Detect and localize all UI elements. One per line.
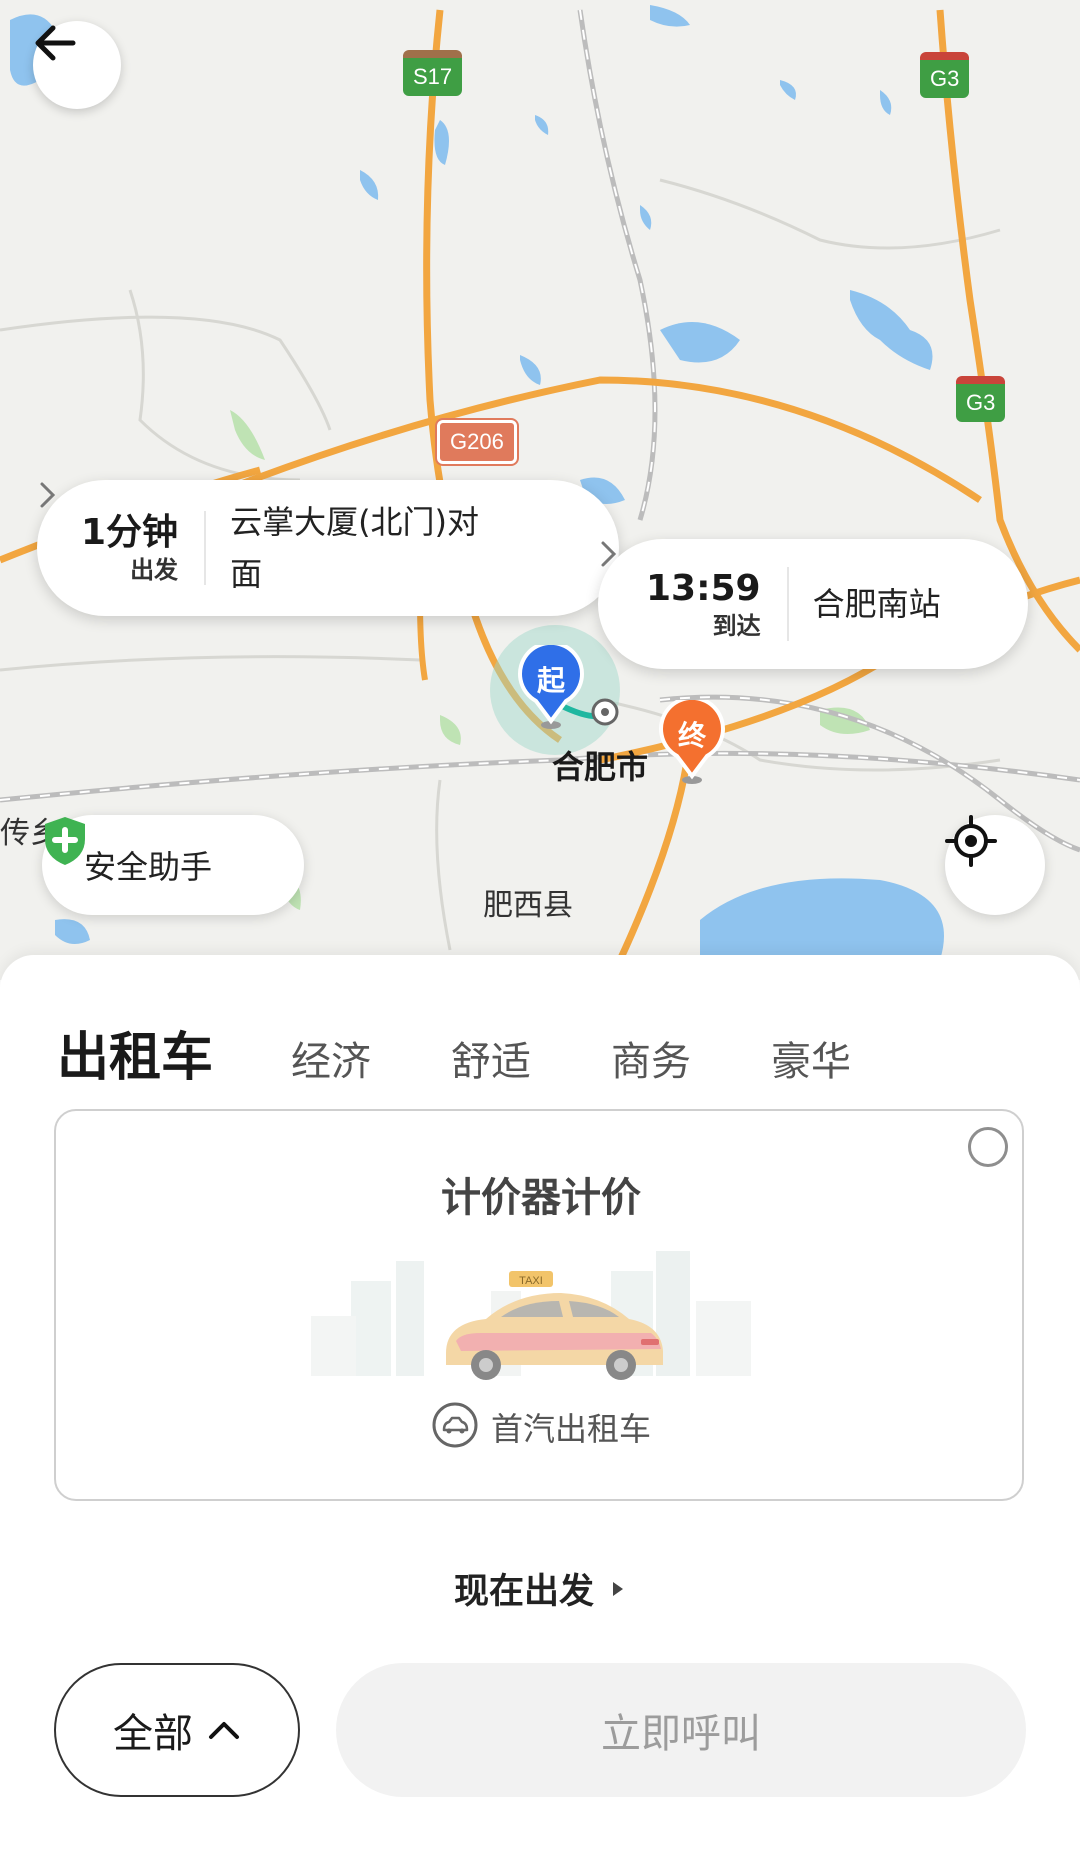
- tab-taxi[interactable]: 出租车: [57, 1015, 213, 1090]
- road-shield-s17: S17: [403, 50, 463, 96]
- destination-time: 13:59: [646, 568, 761, 609]
- pickup-pin: 起: [516, 645, 586, 731]
- destination-place: 合肥南站: [812, 585, 941, 623]
- depart-now-selector[interactable]: 现在出发: [0, 1563, 1080, 1614]
- car-badge-icon: [431, 1401, 479, 1453]
- tab-comfort[interactable]: 舒适: [451, 1029, 531, 1087]
- destination-pin: 终: [657, 700, 727, 786]
- back-button[interactable]: [33, 21, 121, 109]
- depart-now-label: 现在出发: [453, 1572, 594, 1612]
- map-label-city: 合肥市: [552, 748, 649, 786]
- map-view[interactable]: S17 G3 G206 G3 合肥市 肥西县 传乡 1分钟 出发 云掌大厦(北门…: [0, 0, 1080, 980]
- locate-button[interactable]: [945, 815, 1045, 915]
- destination-time-block: 13:59 到达: [646, 567, 789, 641]
- tab-business[interactable]: 商务: [611, 1029, 691, 1087]
- pickup-callout[interactable]: 1分钟 出发 云掌大厦(北门)对面: [37, 480, 619, 616]
- pickup-pin-label: 起: [536, 664, 565, 697]
- pickup-time-sub: 出发: [130, 556, 179, 584]
- taxi-illustration: TAXI: [311, 1241, 781, 1390]
- tab-economy[interactable]: 经济: [291, 1029, 371, 1087]
- fare-select-radio[interactable]: [968, 1127, 1008, 1167]
- safety-helper-label: 安全助手: [84, 848, 213, 886]
- all-filter-button[interactable]: 全部: [54, 1663, 300, 1797]
- map-label-county: 肥西县: [483, 888, 573, 923]
- destination-callout[interactable]: 13:59 到达 合肥南站: [598, 539, 1028, 669]
- tab-luxury[interactable]: 豪华: [771, 1029, 851, 1087]
- chevron-up-icon: [207, 1719, 241, 1741]
- ride-options-sheet: 出租车 经济 舒适 商务 豪华 计价器计价 TAXI 首汽出租车 现在出发 全部…: [0, 955, 1080, 1852]
- road-shield-g3-top: G3: [920, 52, 970, 98]
- destination-pin-label: 终: [677, 719, 706, 752]
- call-now-label: 立即呼叫: [601, 1711, 761, 1757]
- caret-right-icon: [610, 1579, 626, 1599]
- road-shield-g3-mid: G3: [956, 376, 1006, 422]
- fare-title: 计价器计价: [441, 1175, 641, 1221]
- taxi-provider: 首汽出租车: [56, 1401, 1026, 1453]
- road-shield-g206: G206: [437, 420, 517, 464]
- destination-time-sub: 到达: [712, 612, 761, 640]
- ride-type-tabs: 出租车 经济 舒适 商务 豪华: [57, 1015, 931, 1090]
- meter-fare-card[interactable]: 计价器计价 TAXI 首汽出租车: [54, 1109, 1024, 1501]
- pickup-time-block: 1分钟 出发: [81, 511, 207, 585]
- safety-helper-button[interactable]: 安全助手: [42, 815, 304, 915]
- call-now-button[interactable]: 立即呼叫: [336, 1663, 1026, 1797]
- taxi-sign-text: TAXI: [519, 1275, 543, 1287]
- all-filter-label: 全部: [113, 1711, 193, 1757]
- pickup-time: 1分钟: [81, 512, 179, 553]
- pickup-place: 云掌大厦(北门)对面: [230, 503, 480, 593]
- taxi-provider-label: 首汽出租车: [490, 1410, 651, 1448]
